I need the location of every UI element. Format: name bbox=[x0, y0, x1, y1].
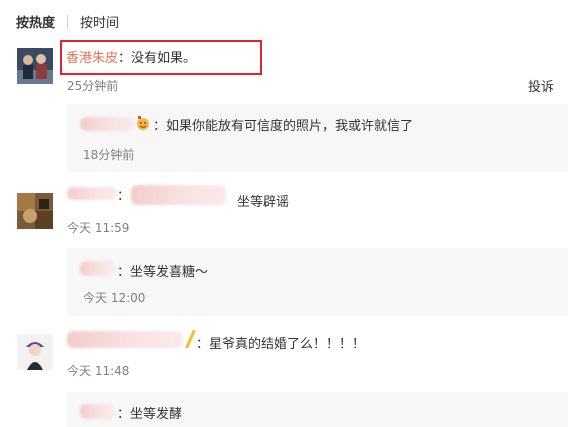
blurred-username bbox=[80, 261, 114, 276]
avatar[interactable] bbox=[17, 193, 53, 229]
blurred-username bbox=[67, 187, 117, 200]
comment-text: 坐等辟谣 bbox=[237, 195, 290, 210]
blurred-username bbox=[67, 331, 183, 348]
comment-time: 今天 11:59 bbox=[67, 221, 130, 235]
tab-divider bbox=[67, 14, 69, 29]
comment-text: ：没有如果。 bbox=[118, 51, 197, 66]
reply-text: ：如果你能放有可信度的照片，我或许就信了 bbox=[153, 119, 414, 134]
tab-by-popularity[interactable]: 按热度 bbox=[16, 12, 55, 31]
emoji-icon bbox=[134, 114, 152, 132]
blurred-username bbox=[80, 404, 114, 419]
blurred-mention bbox=[131, 185, 226, 205]
slash-mark-icon bbox=[184, 329, 196, 349]
reply-time: 18分钟前 bbox=[83, 148, 135, 162]
reply-text: ：坐等发喜糖～ bbox=[117, 265, 209, 280]
sort-tabs: 按热度 按时间 bbox=[16, 12, 119, 31]
comment-time: 25分钟前 bbox=[67, 79, 119, 93]
reply-text: ：坐等发酵 bbox=[117, 407, 183, 422]
comment-time: 今天 11:48 bbox=[67, 364, 130, 378]
comment-colon: ： bbox=[117, 189, 131, 204]
comment-text: ：星爷真的结婚了么！！！！ bbox=[196, 337, 366, 352]
reply-time: 今天 12:00 bbox=[83, 291, 146, 305]
avatar[interactable] bbox=[17, 48, 53, 84]
avatar-photo-icon bbox=[17, 193, 53, 229]
tab-by-time[interactable]: 按时间 bbox=[80, 12, 119, 31]
blurred-username bbox=[80, 117, 134, 131]
report-button[interactable]: 投诉 bbox=[528, 76, 554, 95]
avatar[interactable] bbox=[17, 334, 53, 370]
comment-body: 香港朱皮：没有如果。 bbox=[66, 47, 196, 66]
avatar-photo-icon bbox=[17, 48, 53, 84]
author-name[interactable]: 香港朱皮 bbox=[66, 51, 118, 66]
avatar-figure-icon bbox=[17, 334, 53, 370]
